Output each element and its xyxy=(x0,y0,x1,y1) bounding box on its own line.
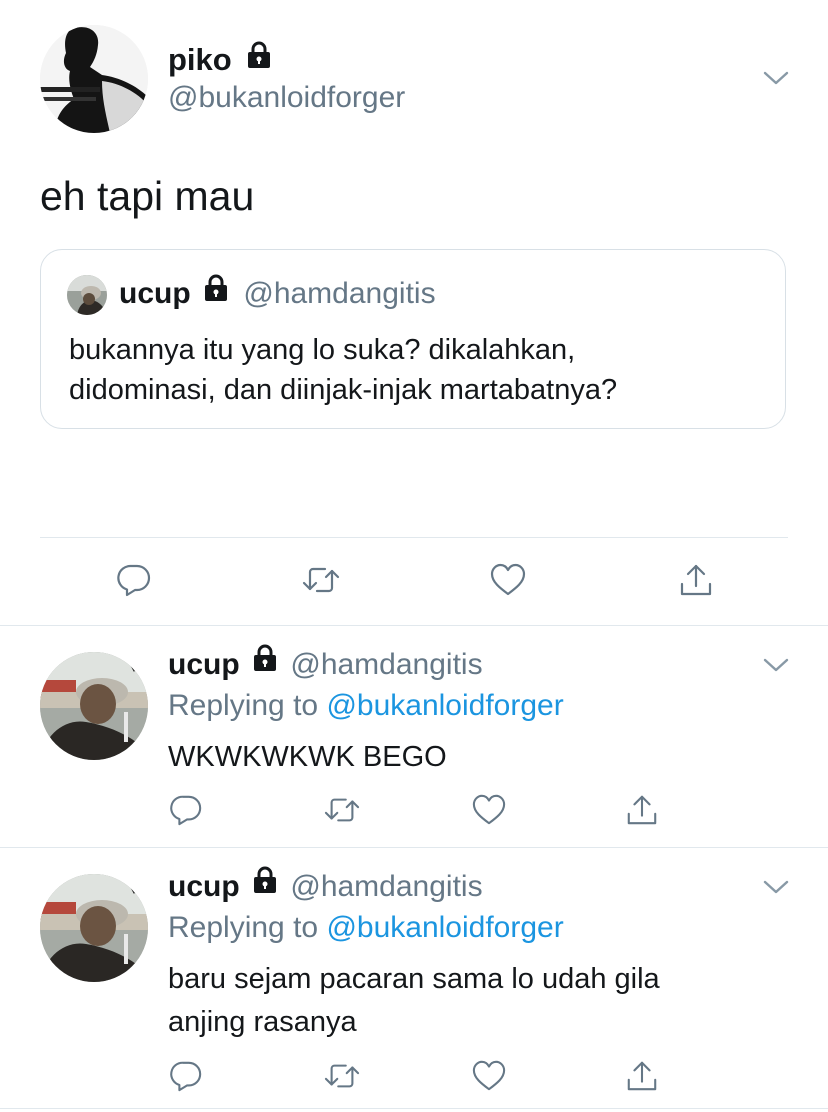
reply-text-line-1: WKWKWKWK BEGO xyxy=(168,741,447,773)
reply-author-handle[interactable]: @hamdangitis xyxy=(290,648,482,681)
lock-icon xyxy=(203,274,229,311)
retweet-icon xyxy=(302,567,340,593)
reply-button[interactable] xyxy=(114,560,154,600)
reply-author-row: ucup @hamdangitis xyxy=(168,866,483,906)
replying-to-link[interactable]: @bukanloidforger xyxy=(326,911,563,944)
share-button[interactable] xyxy=(622,1056,662,1096)
reply-icon xyxy=(170,795,202,826)
avatar[interactable] xyxy=(40,25,148,133)
share-button[interactable] xyxy=(676,560,716,600)
chevron-down-icon[interactable] xyxy=(762,655,790,680)
reply-icon xyxy=(117,564,151,597)
quoted-author-row: ucup @hamdangitis xyxy=(119,274,436,312)
avatar[interactable] xyxy=(40,874,148,982)
reply-text-line-1: baru sejam pacaran sama lo udah gila xyxy=(168,963,660,995)
avatar xyxy=(67,275,107,315)
retweet-icon xyxy=(324,1064,360,1088)
share-icon xyxy=(680,564,712,596)
like-icon xyxy=(472,794,506,825)
lock-icon xyxy=(252,644,278,682)
retweet-button[interactable] xyxy=(301,560,341,600)
like-button[interactable] xyxy=(469,790,509,830)
section-separator xyxy=(0,625,828,626)
quoted-tweet[interactable]: ucup @hamdangitis bukannya itu yang lo s… xyxy=(40,249,786,429)
retweet-button[interactable] xyxy=(322,790,362,830)
reply-author-name[interactable]: ucup xyxy=(168,648,240,681)
author-name-row: piko xyxy=(168,41,272,78)
retweet-button[interactable] xyxy=(322,1056,362,1096)
author-name[interactable]: piko xyxy=(168,42,232,77)
section-separator xyxy=(0,847,828,848)
quoted-text-line-1: bukannya itu yang lo suka? dikalahkan, xyxy=(69,334,576,366)
section-separator xyxy=(0,1108,828,1109)
divider xyxy=(40,537,788,538)
replying-to-prefix: Replying to xyxy=(168,911,319,944)
reply-button[interactable] xyxy=(166,790,206,830)
like-icon xyxy=(472,1060,506,1091)
like-button[interactable] xyxy=(488,560,528,600)
chevron-down-icon[interactable] xyxy=(762,877,790,902)
reply-author-name[interactable]: ucup xyxy=(168,870,240,903)
lock-icon xyxy=(246,41,272,77)
chevron-down-icon[interactable] xyxy=(762,68,790,93)
reply-icon xyxy=(170,1061,202,1092)
replying-to-line: Replying to @bukanloidforger xyxy=(168,909,564,947)
like-button[interactable] xyxy=(469,1056,509,1096)
share-icon xyxy=(627,795,657,825)
avatar-image xyxy=(40,25,148,133)
retweet-icon xyxy=(324,798,360,822)
reply-author-handle[interactable]: @hamdangitis xyxy=(290,870,482,903)
like-icon xyxy=(490,563,526,596)
replying-to-link[interactable]: @bukanloidforger xyxy=(326,689,563,722)
quoted-author-handle: @hamdangitis xyxy=(243,277,436,310)
reply-text-line-2: anjing rasanya xyxy=(168,1006,357,1038)
tweet-text: eh tapi mau xyxy=(40,173,255,219)
quoted-author-name: ucup xyxy=(119,277,191,310)
reply-author-row: ucup @hamdangitis xyxy=(168,644,483,684)
replying-to-line: Replying to @bukanloidforger xyxy=(168,687,564,725)
quoted-text-line-2: didominasi, dan diinjak-injak martabatny… xyxy=(69,374,618,406)
lock-icon xyxy=(252,866,278,904)
share-icon xyxy=(627,1061,657,1091)
avatar[interactable] xyxy=(40,652,148,760)
reply-button[interactable] xyxy=(166,1056,206,1096)
replying-to-prefix: Replying to xyxy=(168,689,319,722)
share-button[interactable] xyxy=(622,790,662,830)
author-handle[interactable]: @bukanloidforger xyxy=(168,80,405,116)
